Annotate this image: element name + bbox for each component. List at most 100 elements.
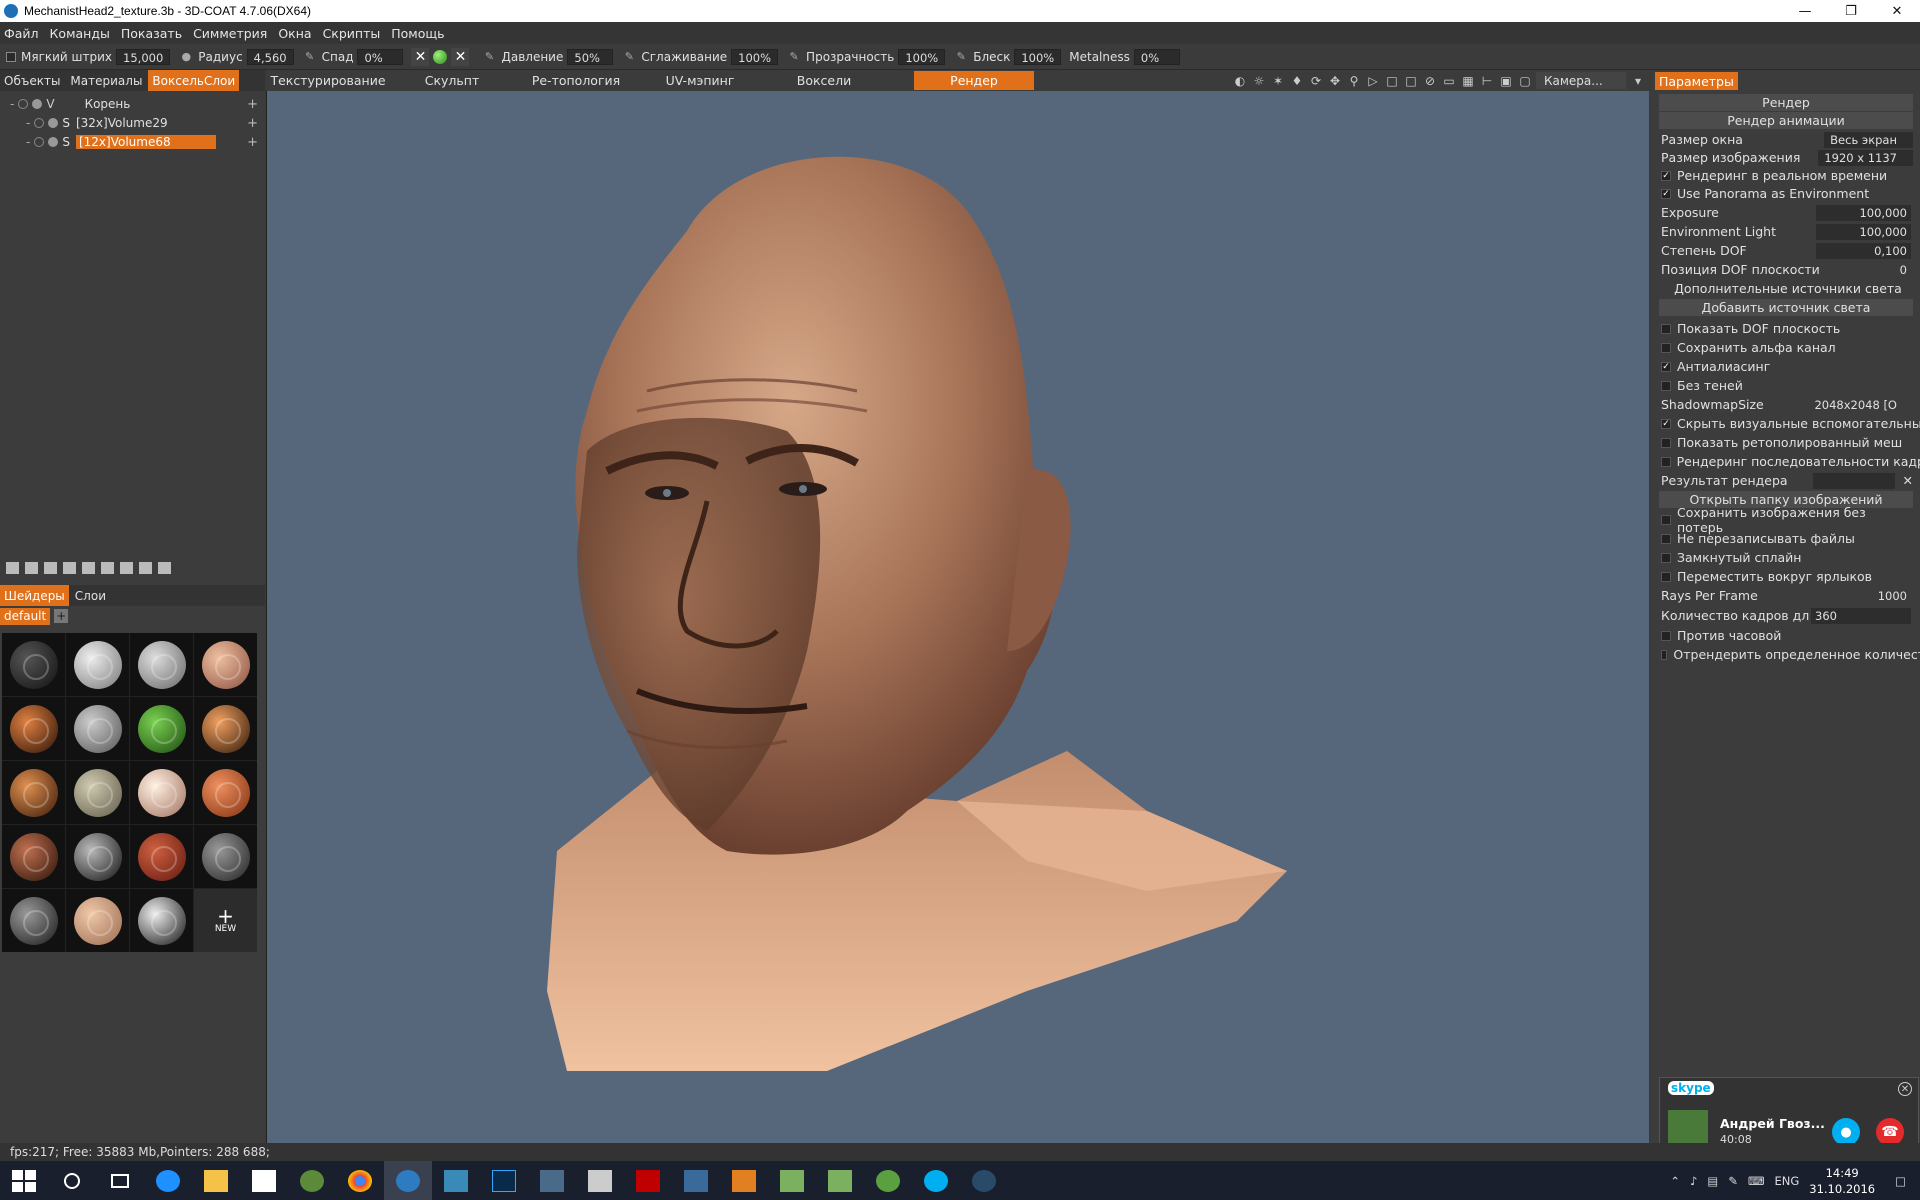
render-sequence-checkbox[interactable] [1661,456,1671,467]
volume-icon[interactable]: ♪ [1690,1174,1697,1188]
filezilla-icon[interactable] [624,1161,672,1200]
smoothing-pen-icon[interactable]: ✎ [621,49,637,65]
render-result-field[interactable] [1813,472,1895,489]
cube-icon[interactable]: ▭ [1441,73,1457,89]
menu-symmetry[interactable]: Симметрия [193,26,267,41]
photoshop-icon[interactable] [480,1161,528,1200]
shader-item[interactable] [130,889,193,952]
soft-stroke-field[interactable]: 15,000 [116,48,171,65]
opacity-field[interactable]: 100% [898,48,946,65]
image-size-dropdown[interactable]: 1920 x 1137 [1818,149,1913,166]
tab-layers[interactable]: Слои [71,585,110,606]
chevron-down-icon[interactable]: ▾ [1630,73,1646,89]
shader-item[interactable] [66,697,129,760]
save-lossless-checkbox[interactable] [1661,514,1671,525]
closed-spline-checkbox[interactable] [1661,552,1671,563]
window-size-dropdown[interactable]: Весь экран [1824,131,1913,148]
axis-icon[interactable]: ⊢ [1479,73,1495,89]
no-shadows-row[interactable]: Без теней [1661,377,1915,394]
clock[interactable]: 14:49 31.10.2016 [1809,1165,1875,1197]
tab-objects[interactable]: Объекты [0,70,64,91]
layer-row[interactable]: - S [32x]Volume29 + [26,114,286,132]
env-light-field[interactable]: 100,000 [1816,223,1911,240]
start-icon[interactable] [0,1161,48,1200]
skype-taskbar-icon[interactable] [912,1161,960,1200]
network-icon[interactable]: ▤ [1707,1174,1718,1188]
render-sequence-row[interactable]: Рендеринг последовательности кадр [1661,453,1920,470]
tab-uv[interactable]: UV-мэпинг [638,71,762,90]
tab-sculpt[interactable]: Скульпт [390,71,514,90]
light-icon[interactable]: ☼ [1251,73,1267,89]
app-icon[interactable] [432,1161,480,1200]
tab-voxel-layers[interactable]: ВоксельСлои [148,70,240,91]
restore-icon[interactable]: ❐ [1828,0,1874,22]
collapse-icon[interactable] [158,562,171,574]
realtime-render-checkbox[interactable]: ✓ [1661,170,1671,181]
zoom-icon[interactable]: ⚲ [1346,73,1362,89]
shader-item[interactable] [2,825,65,888]
menu-windows[interactable]: Окна [278,26,311,41]
shader-item[interactable] [66,889,129,952]
visibility-icon[interactable] [18,99,29,109]
render-count-checkbox[interactable] [1661,649,1668,660]
add-preset-icon[interactable]: + [54,609,69,623]
tree-root-row[interactable]: - V Корень + [10,95,270,113]
app-icon[interactable] [816,1161,864,1200]
shader-item[interactable] [2,889,65,952]
pressure-pen-icon[interactable]: ✎ [481,49,497,65]
hide-helpers-checkbox[interactable]: ✓ [1661,418,1671,429]
counter-clockwise-checkbox[interactable] [1661,630,1671,641]
menu-scripts[interactable]: Скрипты [323,26,381,41]
fov-icon[interactable]: □ [1403,73,1419,89]
antialias-checkbox[interactable]: ✓ [1661,361,1671,372]
no-shadows-checkbox[interactable] [1661,380,1671,391]
no-overwrite-checkbox[interactable] [1661,533,1671,544]
hang-up-icon[interactable]: ☎ [1876,1118,1904,1146]
delete-layer-icon[interactable] [25,562,38,574]
torrent-icon[interactable] [864,1161,912,1200]
add-child-icon[interactable]: + [247,116,258,131]
keyboard-icon[interactable]: ⌨ [1748,1174,1765,1188]
panorama-checkbox[interactable]: ✓ [1661,188,1671,199]
dof-position-field[interactable]: 0 [1871,261,1911,278]
shader-item[interactable] [194,633,257,696]
camera-angle-icon[interactable]: ▷ [1365,73,1381,89]
steam-icon[interactable] [960,1161,1008,1200]
3dcoat-taskbar-icon[interactable] [384,1161,432,1200]
pressure-field[interactable]: 50% [567,48,614,65]
shader-item[interactable] [130,761,193,824]
save-lossless-row[interactable]: Сохранить изображения без потерь [1661,505,1915,535]
shader-item[interactable] [66,633,129,696]
menu-commands[interactable]: Команды [50,26,110,41]
shader-item[interactable] [130,825,193,888]
sphere-icon[interactable] [63,562,76,574]
layer-row-selected[interactable]: - S [12x]Volume68 + [26,133,286,151]
shader-item[interactable] [130,697,193,760]
move-around-checkbox[interactable] [1661,571,1671,582]
add-child-icon[interactable]: + [247,135,258,150]
metalness-field[interactable]: 0% [1133,48,1180,65]
task-view-icon[interactable] [96,1161,144,1200]
shader-item[interactable] [194,697,257,760]
gloss-field[interactable]: 100% [1014,48,1062,65]
edge-icon[interactable] [144,1161,192,1200]
tab-materials[interactable]: Материалы [66,70,146,91]
green-ball-icon[interactable] [433,49,448,64]
add-light-button[interactable]: Добавить источник света [1659,299,1913,316]
save-alpha-row[interactable]: Сохранить альфа канал [1661,339,1915,356]
fit-icon[interactable]: ▣ [1498,73,1514,89]
ghost-icon[interactable] [48,137,59,147]
merge-icon[interactable] [101,562,114,574]
grid-icon[interactable]: ▦ [1460,73,1476,89]
all-icon[interactable]: □ [1384,73,1400,89]
shader-item[interactable] [2,633,65,696]
clear-layer-icon[interactable] [44,562,57,574]
calculator-icon[interactable] [576,1161,624,1200]
dof-field[interactable]: 0,100 [1816,242,1911,259]
shader-item[interactable] [194,825,257,888]
move-icon[interactable]: ✥ [1327,73,1343,89]
add-child-icon[interactable]: + [247,97,258,112]
no-overwrite-row[interactable]: Не перезаписывать файлы [1661,530,1915,547]
close-icon[interactable]: ✕ [1898,1082,1912,1096]
visibility-icon[interactable] [34,137,45,147]
